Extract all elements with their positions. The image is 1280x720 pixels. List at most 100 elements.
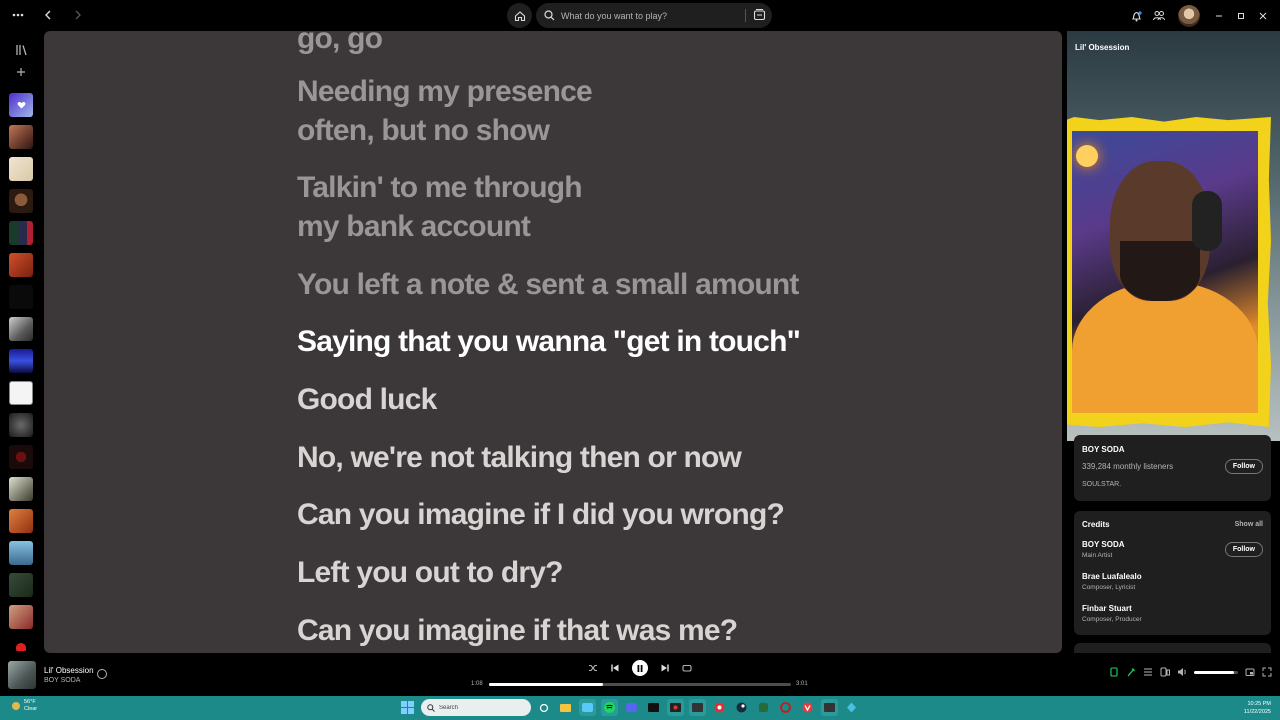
- player-extra-controls: [1109, 667, 1272, 677]
- windows-taskbar: 56°F Clear 10:25 PM 11/22/2025: [0, 696, 1280, 720]
- library-item[interactable]: [9, 349, 33, 373]
- liked-songs-tile[interactable]: [9, 93, 33, 117]
- app-icon[interactable]: [755, 699, 772, 716]
- webcam-video: [1072, 131, 1258, 413]
- now-playing-view-icon[interactable]: [1109, 667, 1119, 677]
- fullscreen-icon[interactable]: [1262, 667, 1272, 677]
- volume-slider[interactable]: [1194, 670, 1238, 674]
- lyric-line[interactable]: Good luck: [297, 380, 437, 419]
- weather-widget[interactable]: 56°F Clear: [12, 699, 37, 713]
- maximize-icon[interactable]: [1230, 0, 1252, 31]
- lyric-line[interactable]: often, but no show: [297, 111, 550, 150]
- now-playing-title[interactable]: Lil' Obsession: [1075, 43, 1129, 52]
- taskbar-search[interactable]: [421, 699, 531, 716]
- lyric-line[interactable]: Can you imagine if that was me?: [297, 611, 738, 650]
- lyric-line[interactable]: go, go: [297, 31, 383, 58]
- system-clock[interactable]: 10:25 PM 11/22/2025: [1244, 700, 1271, 716]
- library-item[interactable]: [9, 253, 33, 277]
- task-view-icon[interactable]: [535, 699, 552, 716]
- lyrics-icon[interactable]: [1126, 667, 1136, 677]
- back-icon[interactable]: [40, 7, 56, 23]
- add-to-library-icon[interactable]: [97, 669, 107, 679]
- browse-icon[interactable]: [753, 8, 766, 21]
- lyrics-panel: go, go Needing my presence often, but no…: [44, 31, 1062, 653]
- artist-name[interactable]: BOY SODA: [1082, 445, 1125, 454]
- lyric-line[interactable]: Needing my presence: [297, 72, 593, 111]
- library-item[interactable]: [9, 413, 33, 437]
- app-icon[interactable]: [843, 699, 860, 716]
- show-all-link[interactable]: Show all: [1235, 521, 1263, 528]
- video-editor-icon[interactable]: [667, 699, 684, 716]
- file-explorer-icon[interactable]: [557, 699, 574, 716]
- credit-name[interactable]: BOY SODA: [1082, 540, 1125, 549]
- plus-icon[interactable]: [9, 60, 33, 84]
- library-item[interactable]: [9, 477, 33, 501]
- close-icon[interactable]: [1252, 0, 1274, 31]
- lyric-line[interactable]: my bank account: [297, 207, 531, 246]
- library-item[interactable]: [9, 381, 33, 405]
- forward-icon[interactable]: [70, 7, 86, 23]
- discord-icon[interactable]: [623, 699, 640, 716]
- queue-icon[interactable]: [1143, 667, 1153, 677]
- credit-follow-button[interactable]: Follow: [1224, 542, 1263, 557]
- obs-icon[interactable]: [821, 699, 838, 716]
- track-artist[interactable]: BOY SODA: [44, 677, 80, 684]
- library-item[interactable]: [9, 189, 33, 213]
- album-cover[interactable]: [8, 661, 36, 689]
- library-item[interactable]: [9, 509, 33, 533]
- lyric-line[interactable]: Left you out to dry?: [297, 553, 563, 592]
- follow-button[interactable]: Follow: [1224, 459, 1263, 474]
- chat-app-icon[interactable]: [579, 699, 596, 716]
- avatar[interactable]: [1178, 4, 1200, 27]
- opera-icon[interactable]: [777, 699, 794, 716]
- vivaldi-icon[interactable]: [799, 699, 816, 716]
- library-item[interactable]: [9, 157, 33, 181]
- repeat-icon[interactable]: [682, 663, 692, 673]
- progress-bar[interactable]: [489, 683, 791, 686]
- library-item[interactable]: [9, 605, 33, 629]
- volume-icon[interactable]: [1177, 667, 1187, 677]
- library-icon[interactable]: [9, 38, 33, 62]
- home-icon: [514, 10, 525, 21]
- lyric-line[interactable]: Can you imagine if I did you wrong?: [297, 495, 785, 534]
- artist-card[interactable]: BOY SODA 339,284 monthly listeners Follo…: [1074, 435, 1271, 501]
- library-item[interactable]: [9, 541, 33, 565]
- library-item[interactable]: [9, 125, 33, 149]
- lyric-line[interactable]: Talkin' to me through: [297, 168, 583, 207]
- library-item[interactable]: [9, 221, 33, 245]
- next-icon[interactable]: [660, 663, 670, 673]
- library-item[interactable]: [9, 285, 33, 309]
- credit-item: BOY SODA Main Artist: [1082, 540, 1125, 559]
- lyric-line[interactable]: No, we're not talking then or now: [297, 438, 742, 477]
- library-item[interactable]: [9, 573, 33, 597]
- browser-icon[interactable]: [711, 699, 728, 716]
- pause-button[interactable]: [632, 660, 648, 676]
- spotify-icon[interactable]: [601, 699, 618, 716]
- lyric-line[interactable]: You left a note & sent a small amount: [297, 265, 799, 304]
- friends-icon[interactable]: [1149, 6, 1169, 26]
- library-item[interactable]: [9, 445, 33, 469]
- steam-icon[interactable]: [733, 699, 750, 716]
- search-icon: [544, 10, 555, 21]
- credit-role: Main Artist: [1082, 552, 1113, 559]
- app-window-icon[interactable]: [689, 699, 706, 716]
- bell-icon[interactable]: [1126, 6, 1146, 26]
- home-button[interactable]: [507, 3, 532, 28]
- miniplayer-icon[interactable]: [1245, 667, 1255, 677]
- terminal-icon[interactable]: [645, 699, 662, 716]
- credits-title: Credits: [1082, 520, 1110, 529]
- search-divider: [745, 9, 746, 22]
- minimize-icon[interactable]: [1208, 0, 1230, 31]
- search-input[interactable]: [561, 10, 741, 21]
- library-item[interactable]: [9, 637, 33, 651]
- connect-device-icon[interactable]: [1160, 667, 1170, 677]
- taskbar-search-input[interactable]: [439, 704, 519, 711]
- shuffle-icon[interactable]: [588, 663, 598, 673]
- windows-start-icon[interactable]: [401, 701, 414, 714]
- search-bar[interactable]: [536, 3, 772, 28]
- previous-icon[interactable]: [610, 663, 620, 673]
- menu-icon[interactable]: [10, 7, 26, 23]
- track-title[interactable]: Lil' Obsession: [44, 666, 94, 675]
- lyric-line-active[interactable]: Saying that you wanna "get in touch": [297, 322, 801, 361]
- library-item[interactable]: [9, 317, 33, 341]
